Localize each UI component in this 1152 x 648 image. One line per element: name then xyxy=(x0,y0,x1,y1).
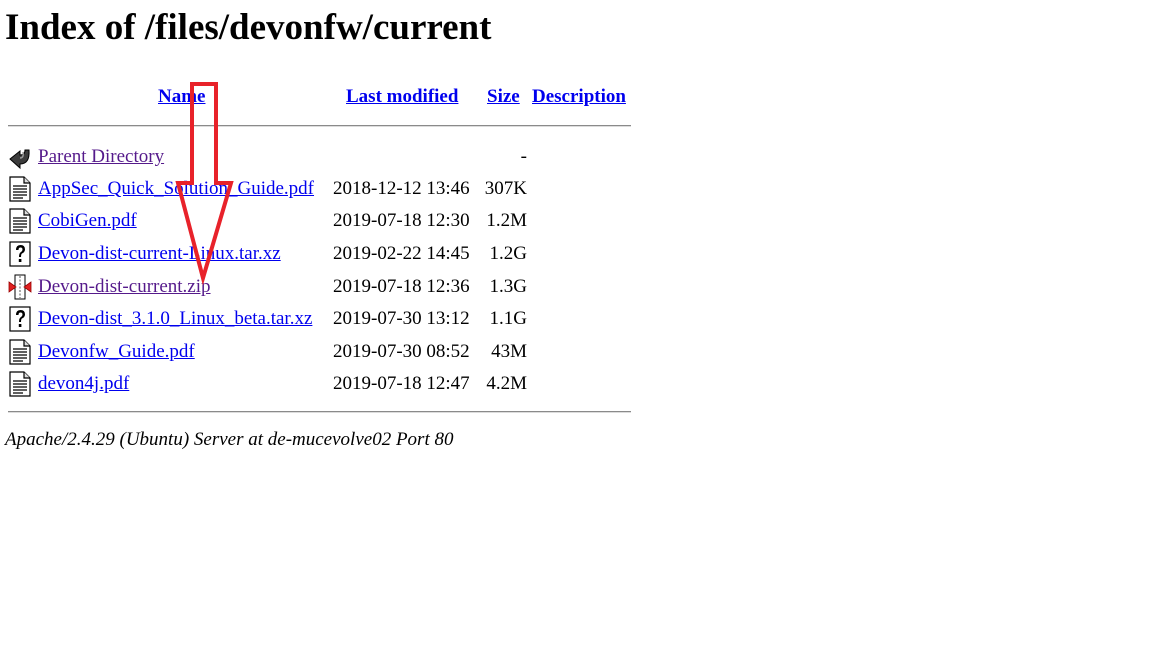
file-size: 1.2M xyxy=(486,210,527,231)
compressed-file-icon xyxy=(8,274,32,300)
file-link[interactable]: CobiGen.pdf xyxy=(38,210,137,232)
sort-by-description-link[interactable]: Description xyxy=(532,86,626,108)
modified-date: 2019-07-18 12:36 xyxy=(333,276,470,297)
document-icon xyxy=(9,176,31,202)
modified-date: 2019-07-30 08:52 xyxy=(333,341,470,362)
table-row: CobiGen.pdf 2019-07-18 12:30 1.2M xyxy=(0,206,640,236)
modified-date: 2019-07-18 12:30 xyxy=(333,210,470,231)
table-row: devon4j.pdf 2019-07-18 12:47 4.2M xyxy=(0,369,640,399)
server-signature: Apache/2.4.29 (Ubuntu) Server at de-muce… xyxy=(5,429,454,450)
document-icon xyxy=(9,339,31,365)
modified-date: 2019-02-22 14:45 xyxy=(333,243,470,264)
unknown-file-icon xyxy=(9,306,31,332)
file-size: 1.3G xyxy=(489,276,527,297)
table-row: Devonfw_Guide.pdf 2019-07-30 08:52 43M xyxy=(0,337,640,367)
parent-directory-link[interactable]: Parent Directory xyxy=(38,146,164,168)
header-divider xyxy=(8,125,631,127)
sort-by-size-link[interactable]: Size xyxy=(487,86,520,108)
modified-date: 2019-07-18 12:47 xyxy=(333,373,470,394)
table-row: Devon-dist-current.zip 2019-07-18 12:36 … xyxy=(0,272,640,302)
file-size: 307K xyxy=(484,178,527,199)
footer-divider xyxy=(8,411,631,413)
file-size: 43M xyxy=(491,341,527,362)
file-link[interactable]: Devon-dist-current-Linux.tar.xz xyxy=(38,243,281,265)
file-size: - xyxy=(520,146,527,167)
file-size: 1.2G xyxy=(489,243,527,264)
table-row: Devon-dist_3.1.0_Linux_beta.tar.xz 2019-… xyxy=(0,304,640,334)
directory-listing-page: Index of /files/devonfw/current Name Las… xyxy=(0,0,1152,648)
file-link[interactable]: devon4j.pdf xyxy=(38,373,129,395)
file-link[interactable]: Devonfw_Guide.pdf xyxy=(38,341,195,363)
modified-date: 2019-07-30 13:12 xyxy=(333,308,470,329)
back-icon xyxy=(9,149,30,170)
unknown-file-icon xyxy=(9,241,31,267)
file-size: 4.2M xyxy=(486,373,527,394)
table-row: Parent Directory - xyxy=(0,142,640,172)
modified-date: 2018-12-12 13:46 xyxy=(333,178,470,199)
page-title: Index of /files/devonfw/current xyxy=(5,7,492,48)
document-icon xyxy=(9,371,31,397)
sort-by-last-modified-link[interactable]: Last modified xyxy=(346,86,458,108)
file-link[interactable]: Devon-dist_3.1.0_Linux_beta.tar.xz xyxy=(38,308,312,330)
annotation-arrow-icon xyxy=(175,82,234,286)
document-icon xyxy=(9,208,31,234)
table-row: Devon-dist-current-Linux.tar.xz 2019-02-… xyxy=(0,239,640,269)
file-size: 1.1G xyxy=(489,308,527,329)
table-row: AppSec_Quick_Solution_Guide.pdf 2018-12-… xyxy=(0,174,640,204)
